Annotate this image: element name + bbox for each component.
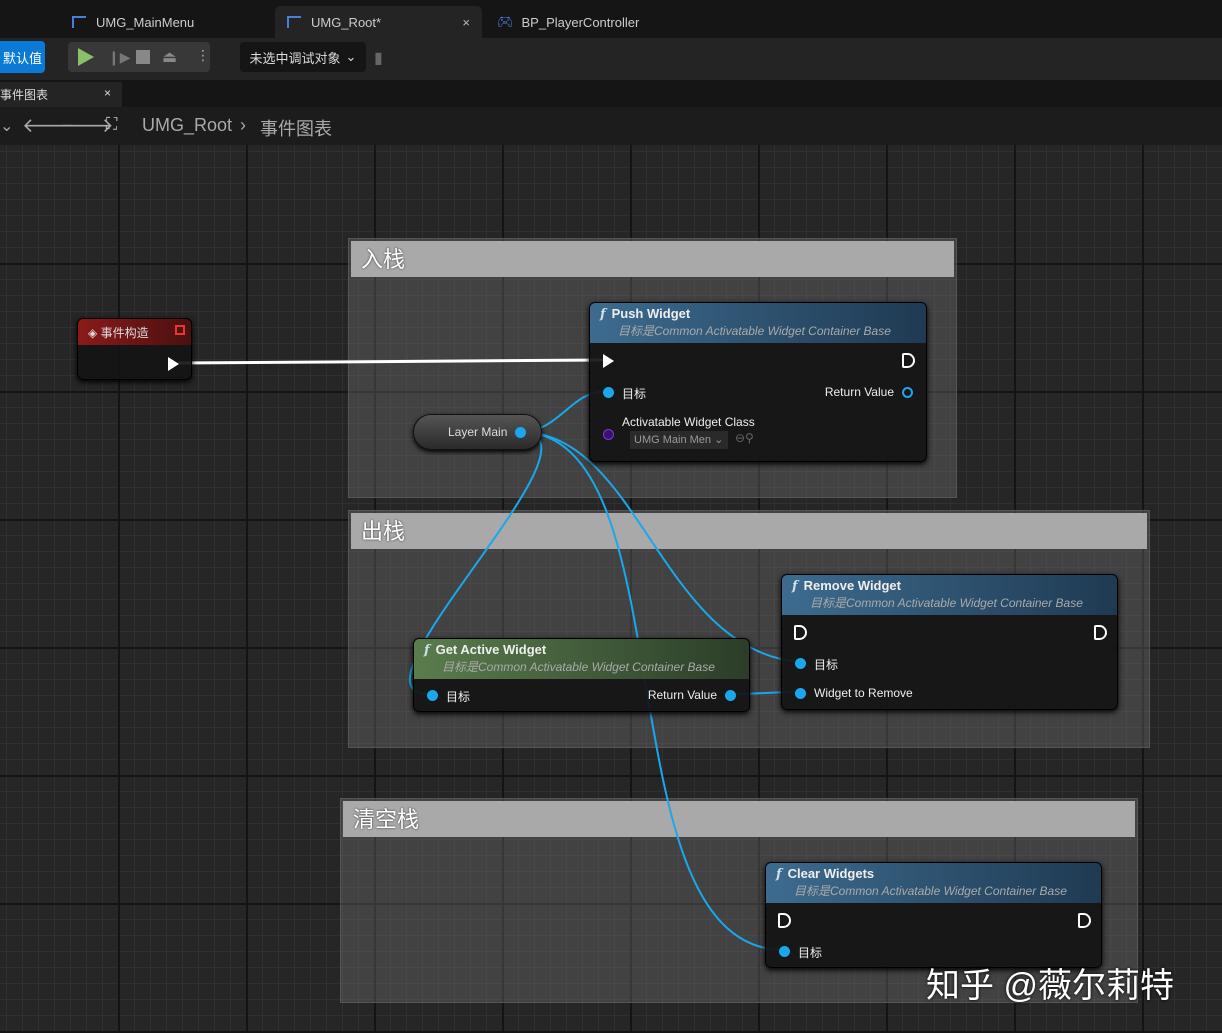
function-icon: f: [776, 867, 782, 882]
node-header: f Remove Widget 目标是Common Activatable Widg…: [782, 575, 1117, 615]
get-active-widget-node[interactable]: f Get Active Widget 目标是Common Activatable …: [413, 638, 750, 712]
dropdown-value: UMG Main Men: [634, 434, 712, 446]
exec-wire: [177, 358, 605, 365]
return-value-pin[interactable]: [725, 690, 736, 701]
pin-label: 目标: [446, 690, 471, 704]
target-pin[interactable]: [603, 387, 614, 398]
node-title: Get Active Widget: [435, 642, 547, 657]
node-title: Push Widget: [611, 306, 691, 321]
exec-in-pin[interactable]: [778, 913, 791, 928]
exec-in-pin[interactable]: [603, 354, 614, 368]
node-header: f Push Widget 目标是Common Activatable Widget…: [590, 303, 926, 343]
event-icon: ◈: [88, 326, 101, 340]
node-title: Clear Widgets: [787, 866, 875, 881]
pin-label: Widget to Remove: [814, 686, 913, 700]
node-title: Layer Main: [448, 425, 508, 439]
node-header: ◈ 事件构造: [78, 319, 191, 345]
function-icon: f: [600, 307, 606, 322]
node-subtitle: 目标是Common Activatable Widget Container B…: [442, 660, 715, 674]
pin-label: Return Value: [824, 385, 894, 399]
class-pin[interactable]: [603, 429, 614, 440]
function-icon: f: [792, 579, 798, 594]
clear-widgets-node[interactable]: f Clear Widgets 目标是Common Activatable Widg…: [765, 862, 1102, 968]
delegate-pin[interactable]: [175, 325, 185, 335]
layer-main-variable-node[interactable]: Layer Main: [413, 414, 542, 450]
node-subtitle: 目标是Common Activatable Widget Container B…: [810, 596, 1083, 610]
node-subtitle: 目标是Common Activatable Widget Container B…: [618, 324, 891, 338]
remove-widget-node[interactable]: f Remove Widget 目标是Common Activatable Widg…: [781, 574, 1118, 710]
push-widget-node[interactable]: f Push Widget 目标是Common Activatable Widget…: [589, 302, 927, 462]
widget-to-remove-pin[interactable]: [795, 688, 806, 699]
output-pin[interactable]: [515, 427, 526, 438]
target-pin[interactable]: [795, 658, 806, 669]
event-construct-node[interactable]: ◈ 事件构造: [77, 318, 192, 380]
pin-label: Return Value: [647, 688, 717, 702]
browse-icon[interactable]: ⊖⚲: [735, 431, 754, 445]
node-title: Remove Widget: [803, 578, 901, 593]
watermark: 知乎 @薇尔莉特: [926, 967, 1174, 1005]
node-title: 事件构造: [100, 326, 149, 340]
pin-label: 目标: [798, 946, 823, 960]
pin-label: 目标: [814, 658, 839, 672]
class-dropdown[interactable]: UMG Main Men ⌄: [630, 431, 728, 449]
exec-out-pin[interactable]: [1094, 625, 1107, 640]
node-subtitle: 目标是Common Activatable Widget Container B…: [794, 884, 1067, 898]
exec-out-pin[interactable]: [1078, 913, 1091, 928]
data-wire: [519, 431, 801, 663]
exec-in-pin[interactable]: [794, 625, 807, 640]
pin-label: 目标: [622, 387, 647, 401]
target-pin[interactable]: [427, 690, 438, 701]
node-header: f Get Active Widget 目标是Common Activatable …: [414, 639, 749, 679]
return-value-pin[interactable]: [902, 387, 913, 398]
function-icon: f: [424, 643, 430, 658]
target-pin[interactable]: [779, 946, 790, 957]
node-header: f Clear Widgets 目标是Common Activatable Widg…: [766, 863, 1101, 903]
pin-label: Activatable Widget Class: [622, 415, 755, 429]
exec-out-pin[interactable]: [168, 357, 179, 371]
exec-out-pin[interactable]: [902, 353, 915, 368]
